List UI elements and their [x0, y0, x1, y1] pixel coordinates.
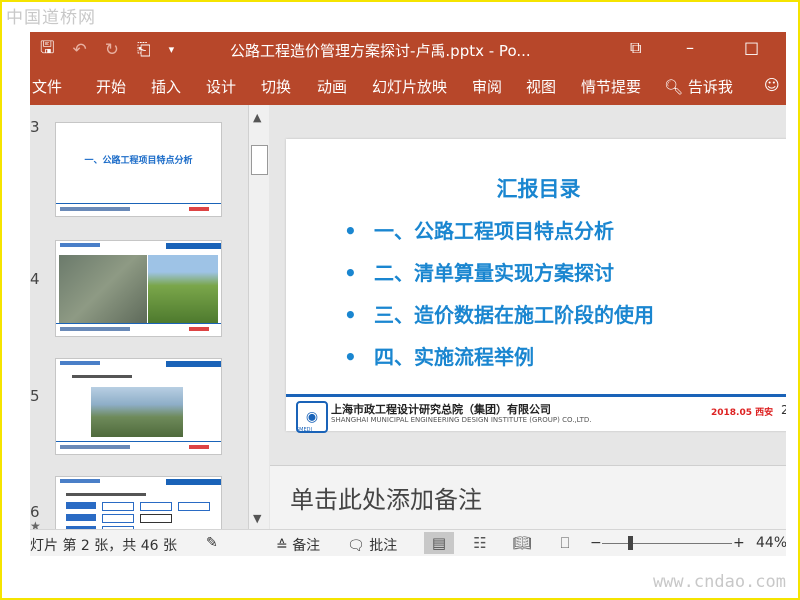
- spell-check-icon[interactable]: ✎: [206, 535, 218, 551]
- thumbnail-number: 4: [30, 270, 40, 288]
- thumbnail-scrollbar[interactable]: ▲ ▼: [248, 105, 269, 529]
- notes-icon: ≙: [276, 538, 288, 554]
- tab-slideshow[interactable]: 幻灯片放映: [372, 76, 447, 97]
- thumbnail-number: 3: [30, 118, 40, 136]
- scroll-thumb[interactable]: [251, 145, 268, 175]
- slide-thumbnail-5[interactable]: [55, 358, 222, 455]
- normal-view-icon[interactable]: ▤: [424, 532, 454, 554]
- slide-sorter-icon[interactable]: ☷: [465, 532, 495, 554]
- tell-me-box[interactable]: 🔍︎ 告诉我: [664, 76, 733, 97]
- status-bar: 灯片 第 2 张，共 46 张 ✎ ≙ 备注 🗨︎ 批注 ▤ ☷ 📖︎ ⎕ − …: [30, 529, 786, 556]
- notes-placeholder[interactable]: 单击此处添加备注: [290, 480, 482, 515]
- slide-title[interactable]: 汇报目录: [286, 173, 786, 203]
- bullet-item[interactable]: • 二、清单算量实现方案探讨: [344, 257, 614, 286]
- tab-animations[interactable]: 动画: [317, 76, 347, 97]
- bullet-icon: •: [344, 303, 357, 327]
- tab-home[interactable]: 开始: [96, 76, 126, 97]
- scroll-up-icon[interactable]: ▲: [253, 111, 261, 124]
- tab-insert[interactable]: 插入: [151, 76, 181, 97]
- scroll-down-icon[interactable]: ▼: [253, 512, 261, 525]
- tab-storyboard[interactable]: 情节提要: [581, 76, 641, 97]
- bridge-photo: [91, 387, 183, 437]
- zoom-in-button[interactable]: +: [733, 535, 745, 551]
- zoom-slider-thumb[interactable]: [628, 536, 633, 550]
- slide-footer: ◉ SMEDI 上海市政工程设计研究总院（集团）有限公司 SHANGHAI MU…: [286, 394, 786, 434]
- thumbnail-title: 一、公路工程项目特点分析: [84, 156, 193, 166]
- title-bar: 🖫 ↶ ↻ ⎗ ▾ 公路工程造价管理方案探讨-卢禹.pptx - Po... ⧉…: [30, 32, 786, 67]
- thumbnail-number: 5: [30, 387, 40, 405]
- document-title: 公路工程造价管理方案探讨-卢禹.pptx - Po...: [230, 42, 531, 60]
- ribbon-display-icon[interactable]: ⧉: [630, 38, 641, 58]
- tab-file[interactable]: 文件: [32, 76, 62, 97]
- current-slide[interactable]: 汇报目录 • 一、公路工程项目特点分析 • 二、清单算量实现方案探讨 • 三、造价数据…: [286, 139, 786, 434]
- bullet-item[interactable]: • 三、造价数据在施工阶段的使用: [344, 299, 654, 328]
- watermark-top: 中国道桥网: [6, 8, 96, 28]
- slide-page-number: 2: [781, 403, 786, 417]
- zoom-out-button[interactable]: −: [590, 535, 602, 551]
- slide-counter: 灯片 第 2 张，共 46 张: [30, 538, 177, 554]
- slide-thumbnail-4[interactable]: [55, 240, 222, 337]
- bullet-icon: •: [344, 261, 357, 285]
- bullet-item[interactable]: • 一、公路工程项目特点分析: [344, 215, 614, 244]
- quick-access-toolbar: 🖫 ↶ ↻ ⎗ ▾: [40, 32, 192, 67]
- watermark-bottom: www.cndao.com: [652, 572, 786, 592]
- tab-view[interactable]: 视图: [526, 76, 556, 97]
- redo-icon[interactable]: ↻: [105, 40, 119, 60]
- dropdown-icon[interactable]: ▾: [169, 43, 175, 56]
- slide-thumbnail-6[interactable]: [55, 476, 222, 529]
- comments-toggle[interactable]: 🗨︎ 批注: [347, 535, 397, 555]
- reading-view-icon[interactable]: 📖︎: [507, 532, 537, 554]
- slide-date: 2018.05 西安: [711, 408, 774, 418]
- tab-review[interactable]: 审阅: [472, 76, 502, 97]
- logo-text: SMEDI: [296, 427, 312, 433]
- tab-transitions[interactable]: 切换: [261, 76, 291, 97]
- comment-icon: 🗨︎: [347, 538, 365, 554]
- bullet-icon: •: [344, 219, 357, 243]
- tab-design[interactable]: 设计: [206, 76, 236, 97]
- slide-editor: 汇报目录 • 一、公路工程项目特点分析 • 二、清单算量实现方案探讨 • 三、造价数据…: [270, 105, 786, 465]
- zoom-slider[interactable]: [602, 543, 732, 544]
- zoom-level[interactable]: 44%: [756, 535, 786, 551]
- save-icon[interactable]: 🖫: [40, 35, 54, 64]
- organization-name-en: SHANGHAI MUNICIPAL ENGINEERING DESIGN IN…: [331, 416, 592, 424]
- bullet-item[interactable]: • 四、实施流程举例: [344, 341, 534, 370]
- ribbon-tabs: 文件 开始 插入 设计 切换 动画 幻灯片放映 审阅 视图 情节提要 🔍︎ 告诉…: [30, 67, 786, 105]
- undo-icon[interactable]: ↶: [72, 40, 86, 60]
- thumbnail-pane: 3 一、公路工程项目特点分析 4 5 6 ★: [30, 105, 248, 529]
- share-icon[interactable]: ☺: [764, 76, 780, 94]
- powerpoint-window: 🖫 ↶ ↻ ⎗ ▾ 公路工程造价管理方案探讨-卢禹.pptx - Po... ⧉…: [30, 32, 786, 556]
- interchange-photo: [59, 255, 147, 323]
- slideshow-view-icon[interactable]: ⎕: [550, 532, 580, 554]
- organization-name: 上海市政工程设计研究总院（集团）有限公司: [331, 403, 551, 416]
- maximize-icon[interactable]: □: [744, 38, 759, 57]
- highway-render: [148, 255, 218, 323]
- search-icon: 🔍︎: [664, 78, 684, 96]
- thumbnail-footer: [56, 203, 221, 216]
- present-icon[interactable]: ⎗: [137, 40, 151, 60]
- notes-pane[interactable]: 单击此处添加备注: [270, 465, 786, 530]
- tell-me-label: 告诉我: [687, 78, 733, 96]
- minimize-icon[interactable]: –: [686, 38, 694, 57]
- notes-toggle[interactable]: ≙ 备注: [276, 535, 320, 555]
- slide-thumbnail-3[interactable]: 一、公路工程项目特点分析: [55, 122, 222, 217]
- star-icon: ★: [30, 519, 41, 529]
- bullet-icon: •: [344, 345, 357, 369]
